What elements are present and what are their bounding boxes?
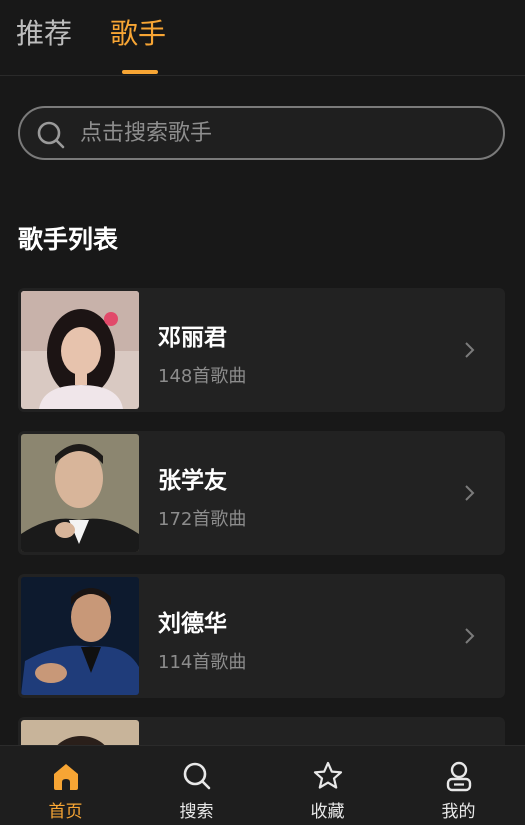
singer-card-zhang-xueyou[interactable]: 张学友 172首歌曲 [18, 431, 505, 555]
user-icon [446, 761, 471, 792]
tab-recommend[interactable]: 推荐 [16, 14, 72, 54]
nav-home[interactable]: 首页 [0, 746, 131, 825]
top-tab-bar: 推荐 歌手 [0, 0, 525, 76]
home-icon [53, 764, 78, 790]
singer-name: 张学友 [158, 468, 227, 494]
section-title: 歌手列表 [18, 225, 119, 254]
singer-avatar [21, 291, 139, 409]
singer-avatar [21, 577, 139, 695]
singer-card-deng-lijun[interactable]: 邓丽君 148首歌曲 [18, 288, 505, 412]
nav-favorites[interactable]: 收藏 [262, 746, 393, 825]
singer-song-count: 148首歌曲 [158, 366, 247, 387]
singer-avatar [21, 434, 139, 552]
search-bar[interactable] [18, 106, 505, 160]
nav-label: 首页 [48, 802, 83, 822]
singer-song-count: 114首歌曲 [158, 652, 247, 673]
star-icon [313, 761, 342, 789]
bottom-nav-bar: 首页 搜索 收藏 我的 [0, 745, 525, 825]
nav-label: 收藏 [310, 802, 345, 822]
singer-name: 邓丽君 [158, 325, 227, 351]
nav-label: 搜索 [179, 802, 214, 822]
active-tab-indicator [122, 70, 158, 74]
singer-name: 刘德华 [158, 611, 227, 637]
nav-profile[interactable]: 我的 [393, 746, 524, 825]
chevron-right-icon [465, 628, 475, 644]
search-icon [37, 121, 65, 149]
nav-label: 我的 [441, 802, 476, 822]
tab-singers[interactable]: 歌手 [110, 14, 166, 54]
chevron-right-icon [465, 485, 475, 501]
search-input[interactable] [80, 117, 480, 149]
search-icon [183, 762, 210, 790]
chevron-right-icon [465, 342, 475, 358]
singer-card-liu-dehua[interactable]: 刘德华 114首歌曲 [18, 574, 505, 698]
singer-song-count: 172首歌曲 [158, 509, 247, 530]
nav-search[interactable]: 搜索 [131, 746, 262, 825]
